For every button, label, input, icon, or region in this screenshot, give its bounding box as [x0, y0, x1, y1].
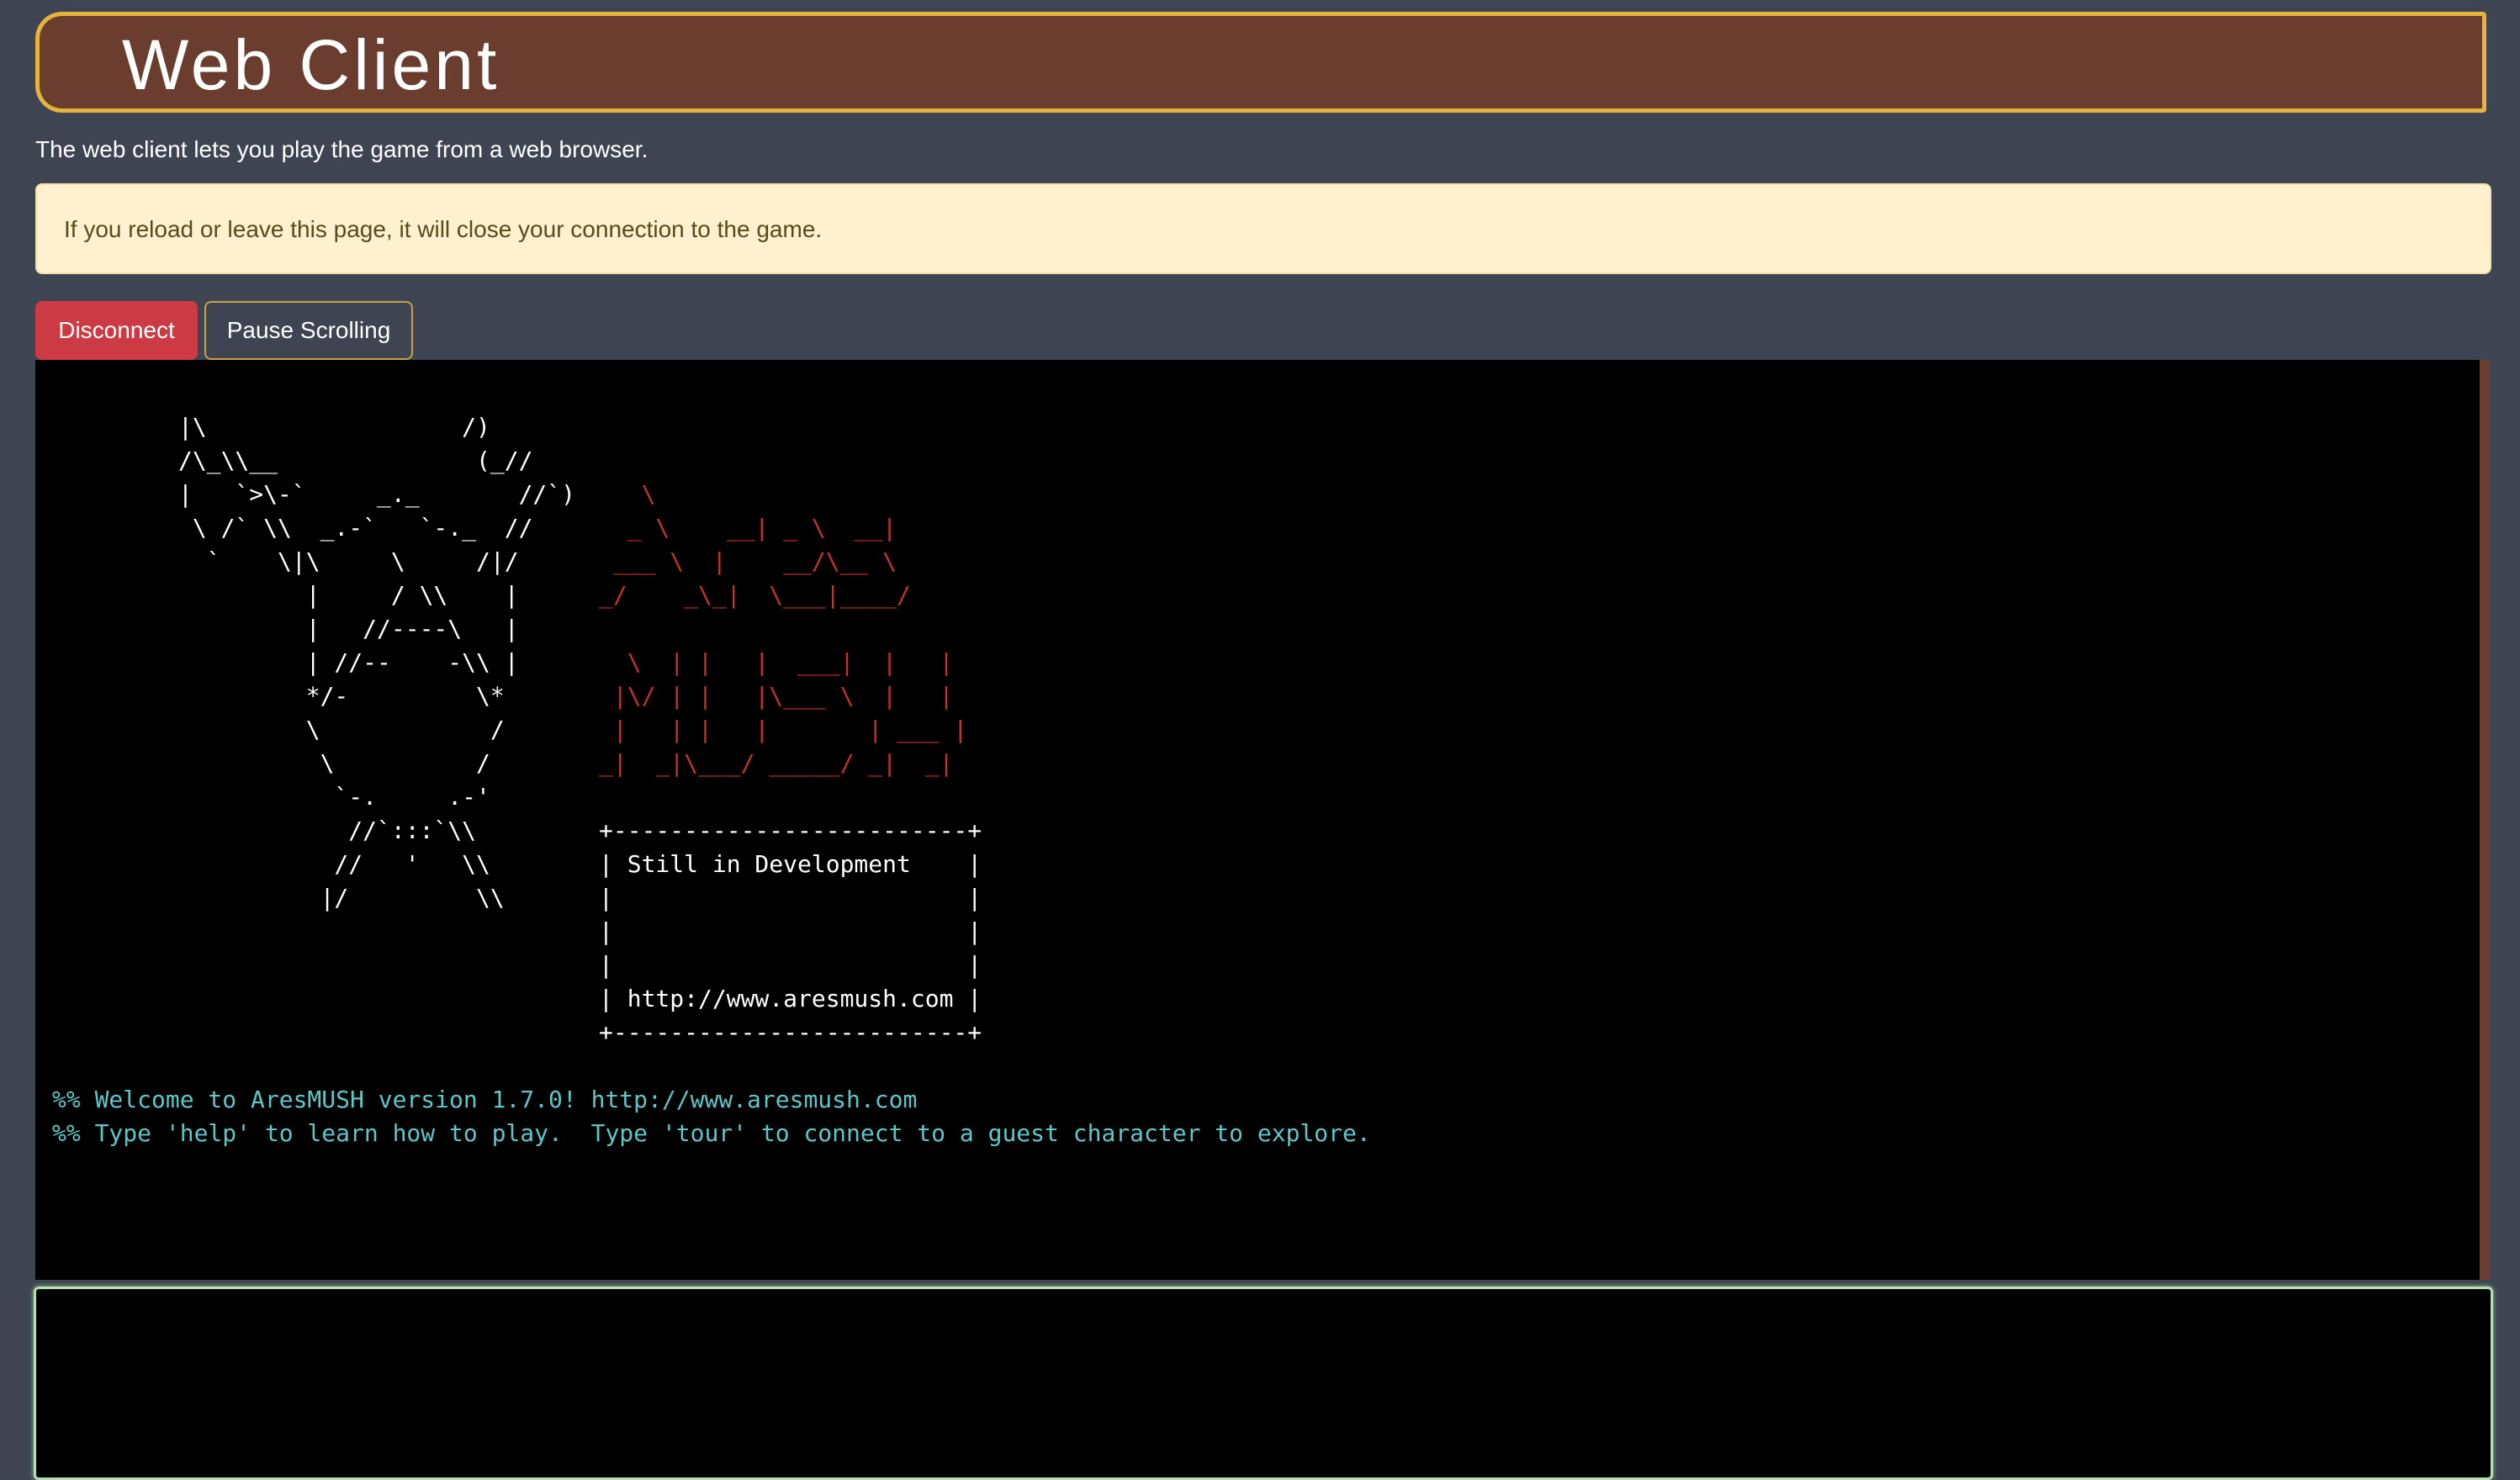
disconnect-button[interactable]: Disconnect — [35, 301, 198, 360]
page-title: Web Client — [122, 25, 500, 104]
ascii-art-figure: |\ /) /\_\\__ (_// | `>\-` _._ //`) \ /`… — [178, 413, 576, 912]
page-header: Web Client — [35, 12, 2486, 113]
terminal-scrollbar[interactable] — [2480, 360, 2490, 1280]
game-output-terminal[interactable]: |\ /) /\_\\__ (_// | `>\-` _._ //`) \ /`… — [35, 360, 2480, 1280]
connection-warning-alert: If you reload or leave this page, it wil… — [35, 183, 2491, 274]
command-input[interactable] — [34, 1287, 2493, 1480]
development-notice-box: +-------------------------+ | Still in D… — [599, 817, 982, 1046]
ascii-art-ares-mush-logo: \ _ \ __| _ \ __| ___ \ | __/\__ \ _/ _\… — [599, 480, 968, 777]
intro-text: The web client lets you play the game fr… — [35, 136, 649, 162]
pause-scrolling-button[interactable]: Pause Scrolling — [204, 301, 413, 360]
welcome-message: %% Welcome to AresMUSH version 1.7.0! ht… — [52, 1086, 1371, 1147]
